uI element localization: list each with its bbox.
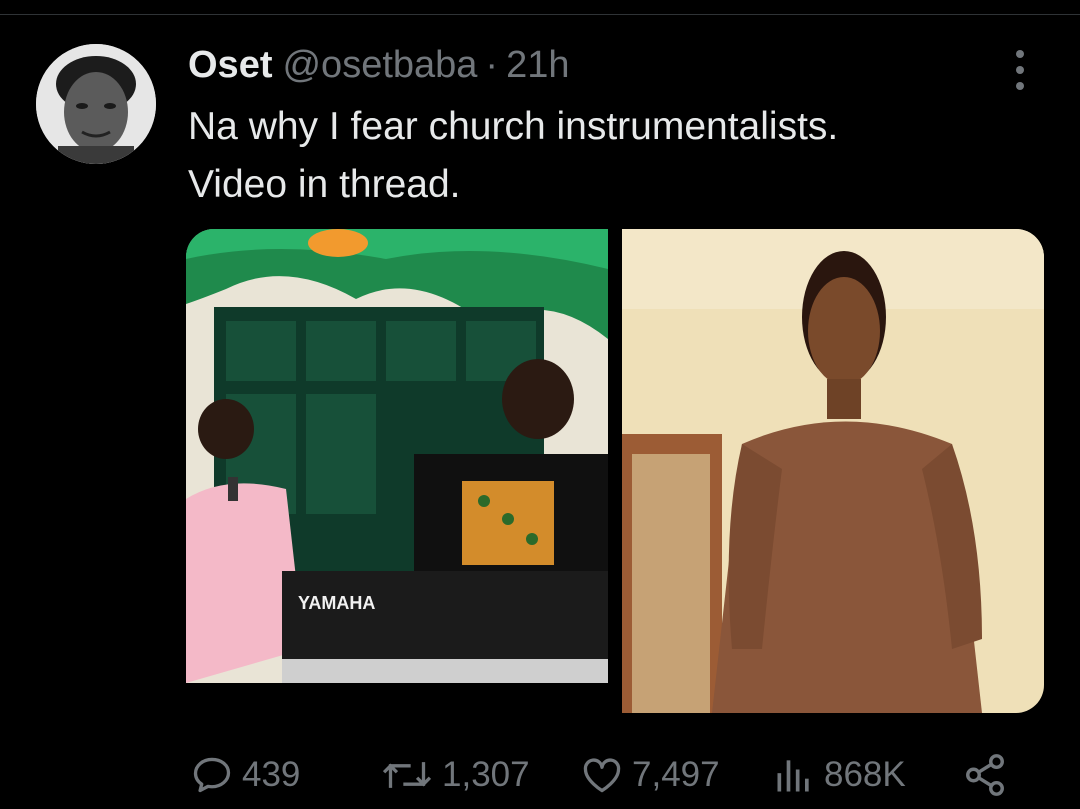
user-handle[interactable]: @osetbaba bbox=[282, 40, 477, 90]
church-keyboard-photo: YAMAHA bbox=[186, 229, 608, 683]
timestamp[interactable]: 21h bbox=[506, 40, 569, 90]
heart-icon bbox=[583, 758, 621, 793]
tweet-text-line: Na why I fear church instrumentalists. bbox=[188, 105, 839, 148]
tweet-text-line: Video in thread. bbox=[188, 163, 461, 206]
action-bar: 439 1,307 7,497 868K bbox=[190, 752, 1010, 798]
dancing-man-photo bbox=[622, 229, 1044, 713]
retweet-count: 1,307 bbox=[442, 755, 530, 794]
like-count: 7,497 bbox=[632, 755, 720, 794]
vertical-ellipsis-icon bbox=[1016, 50, 1024, 58]
more-options-button[interactable] bbox=[1002, 46, 1038, 94]
retweet-arrows-icon bbox=[382, 762, 432, 788]
avatar[interactable] bbox=[36, 44, 156, 164]
display-name[interactable]: Oset bbox=[188, 40, 272, 90]
share-nodes-icon bbox=[966, 754, 1004, 796]
tweet-header: Oset @osetbaba · 21h bbox=[188, 40, 569, 90]
keyboard-brand-label: YAMAHA bbox=[298, 593, 375, 613]
speech-bubble-icon bbox=[193, 757, 231, 793]
reply-count: 439 bbox=[242, 755, 301, 794]
vertical-ellipsis-icon-dot bbox=[1016, 66, 1024, 74]
retweet-button[interactable]: 1,307 bbox=[380, 752, 530, 798]
separator-dot: · bbox=[485, 44, 499, 86]
share-button[interactable] bbox=[962, 752, 1008, 798]
bar-chart-icon bbox=[777, 760, 809, 792]
reply-button[interactable]: 439 bbox=[190, 752, 300, 798]
vertical-ellipsis-icon-dot bbox=[1016, 82, 1024, 90]
avatar-image bbox=[36, 44, 156, 164]
media-image-right[interactable] bbox=[622, 229, 1044, 713]
media-image-left[interactable]: YAMAHA bbox=[186, 229, 608, 683]
like-button[interactable]: 7,497 bbox=[580, 752, 720, 798]
view-count: 868K bbox=[824, 755, 906, 794]
tweet[interactable]: Oset @osetbaba · 21h Na why I fear churc… bbox=[0, 0, 1080, 809]
media-grid[interactable]: YAMAHA bbox=[186, 229, 1044, 713]
views-button[interactable]: 868K bbox=[772, 752, 906, 798]
tweet-text: Na why I fear church instrumentalists. V… bbox=[188, 98, 1048, 214]
